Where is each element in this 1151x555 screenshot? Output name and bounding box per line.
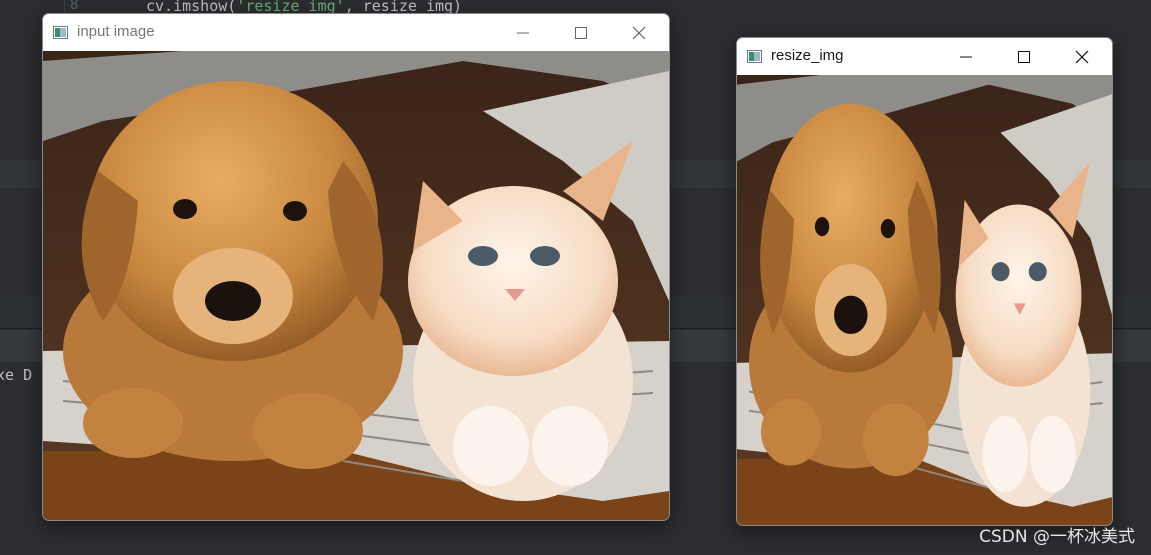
puppy-kitten-photo-resized: [737, 75, 1112, 525]
input-image-window[interactable]: input image: [42, 13, 670, 521]
puppy-kitten-photo: [43, 51, 669, 520]
minimize-button[interactable]: [937, 38, 995, 75]
image-canvas[interactable]: [43, 51, 669, 520]
image-canvas[interactable]: [737, 75, 1112, 525]
maximize-button[interactable]: [995, 38, 1053, 75]
opencv-window-icon: [53, 26, 68, 39]
close-button[interactable]: [1053, 38, 1111, 75]
window-titlebar[interactable]: resize_img: [737, 38, 1112, 75]
minimize-button[interactable]: [494, 14, 552, 51]
line-number: 8: [70, 0, 79, 13]
close-button[interactable]: [610, 14, 668, 51]
minimize-icon: [517, 32, 529, 33]
resize-img-window[interactable]: resize_img: [736, 37, 1113, 526]
window-title: resize_img: [771, 47, 844, 64]
maximize-button[interactable]: [552, 14, 610, 51]
watermark-text: CSDN @一杯冰美式: [979, 527, 1135, 547]
window-title: input image: [77, 23, 155, 40]
window-titlebar[interactable]: input image: [43, 14, 669, 51]
opencv-window-icon: [747, 50, 762, 63]
close-icon: [632, 26, 646, 39]
maximize-icon: [1018, 50, 1030, 63]
maximize-icon: [575, 26, 587, 39]
close-icon: [1075, 50, 1089, 63]
console-output: xe D: [0, 366, 33, 384]
minimize-icon: [960, 56, 972, 57]
